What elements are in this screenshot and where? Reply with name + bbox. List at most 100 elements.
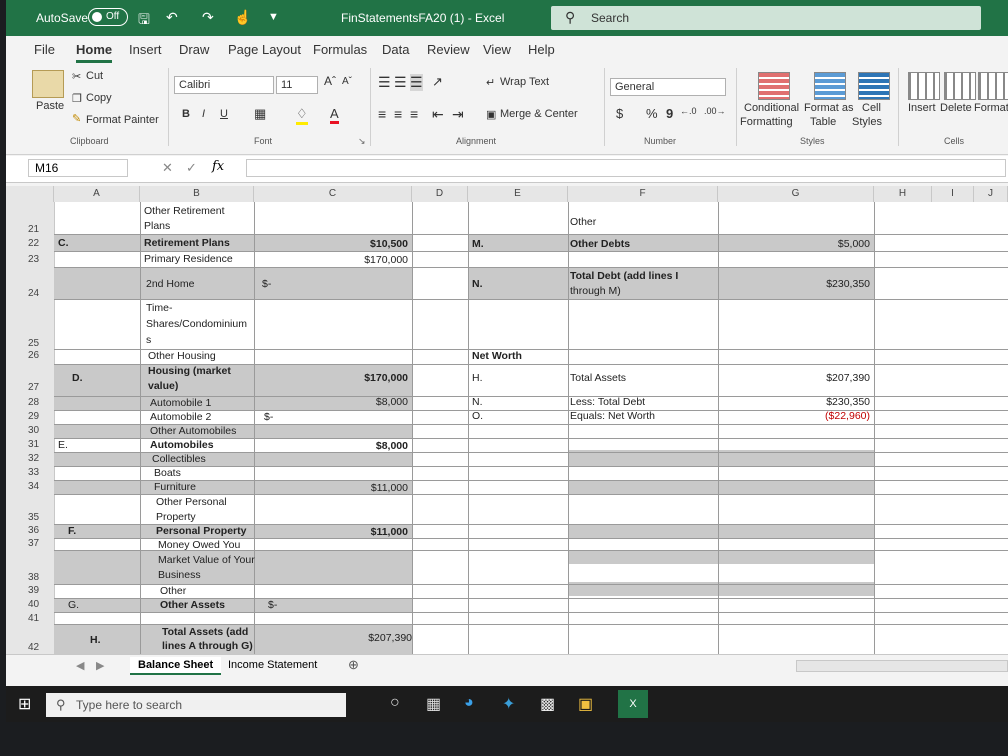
cell-styles-icon[interactable]	[858, 72, 890, 100]
row-header-32[interactable]: 32	[28, 453, 76, 464]
cell-b29[interactable]: Automobile 2	[150, 411, 211, 423]
bottom-align-icon[interactable]: ☰	[410, 74, 423, 91]
save-icon[interactable]: 🖫	[138, 9, 150, 33]
column-header-j[interactable]: J	[974, 186, 1008, 202]
number-format-select[interactable]: General	[610, 78, 726, 96]
cell-a27[interactable]: D.	[72, 372, 83, 384]
cell-b22[interactable]: Retirement Plans	[144, 237, 230, 249]
cell-a22[interactable]: C.	[58, 237, 69, 249]
orientation-icon[interactable]: ↗	[432, 74, 443, 90]
cell-c36[interactable]: $11,000	[306, 526, 408, 538]
row-header-28[interactable]: 28	[28, 397, 76, 408]
cell-a40[interactable]: G.	[68, 599, 79, 611]
task-view-icon[interactable]: ▦	[426, 694, 441, 714]
customize-qat-icon[interactable]: ▼	[268, 11, 279, 23]
cell-f27[interactable]: Total Assets	[570, 372, 626, 384]
decrease-indent-icon[interactable]: ⇤	[432, 106, 444, 123]
column-header-h[interactable]: H	[874, 186, 932, 202]
cut-button[interactable]: Cut	[86, 70, 103, 82]
cell-c34[interactable]: $11,000	[306, 482, 408, 494]
copy-button[interactable]: Copy	[86, 92, 112, 104]
cortana-icon[interactable]: ○	[390, 694, 400, 712]
cell-e29[interactable]: O.	[472, 410, 483, 422]
cell-b21-line1[interactable]: Other Retirement	[144, 205, 225, 217]
cell-b26[interactable]: Other Housing	[148, 350, 216, 362]
insert-cells-button[interactable]: Insert	[908, 102, 936, 114]
wrap-text-icon[interactable]: ↵	[486, 76, 495, 89]
cell-b36[interactable]: Personal Property	[156, 525, 246, 537]
cell-e22[interactable]: M.	[472, 238, 484, 250]
taskbar-search[interactable]: ⚲ Type here to search	[46, 693, 346, 717]
cell-a42[interactable]: H.	[90, 634, 101, 646]
cell-b27-line2[interactable]: value)	[148, 380, 178, 392]
cell-g28[interactable]: $230,350	[772, 396, 870, 408]
format-painter-icon[interactable]: ✎	[72, 112, 81, 125]
cell-b39[interactable]: Other	[160, 585, 186, 597]
align-center-icon[interactable]: ≡	[394, 106, 402, 122]
prev-sheet-icon[interactable]: ◀	[76, 659, 84, 672]
font-size-select[interactable]: 11	[276, 76, 318, 94]
cell-b40[interactable]: Other Assets	[160, 599, 225, 611]
cell-e24[interactable]: N.	[472, 278, 483, 290]
row-header-33[interactable]: 33	[28, 467, 76, 478]
format-as-table-button[interactable]: Format as	[804, 102, 854, 114]
file-explorer-icon[interactable]: ▣	[578, 694, 593, 714]
cell-c27[interactable]: $170,000	[306, 372, 408, 384]
merge-center-button[interactable]: Merge & Center	[500, 108, 578, 120]
increase-decimal-icon[interactable]: ←.0	[680, 106, 697, 116]
conditional-formatting-icon[interactable]	[758, 72, 790, 100]
tab-view[interactable]: View	[483, 42, 511, 57]
percent-button[interactable]: %	[646, 106, 658, 121]
paste-icon[interactable]	[32, 70, 64, 98]
cell-b35-line2[interactable]: Property	[156, 511, 196, 523]
touch-mode-icon[interactable]: ☝	[234, 9, 251, 26]
merge-center-icon[interactable]: ▣	[486, 108, 496, 121]
row-header-25[interactable]: 25	[28, 338, 76, 349]
redo-icon[interactable]: ↷	[202, 9, 214, 26]
cell-b25-line2[interactable]: Shares/Condominium	[146, 318, 247, 330]
comma-button[interactable]: 9	[666, 106, 673, 121]
format-as-table-icon[interactable]	[814, 72, 846, 100]
cell-c23[interactable]: $170,000	[306, 254, 408, 266]
cell-a36[interactable]: F.	[68, 525, 76, 537]
cell-b34[interactable]: Furniture	[154, 481, 196, 493]
row-header-27[interactable]: 27	[28, 382, 76, 393]
search-box[interactable]: ⚲ Search	[551, 6, 981, 30]
cell-b32[interactable]: Collectibles	[152, 453, 206, 465]
cell-g29[interactable]: ($22,960)	[772, 410, 870, 422]
sheet-tab-balance-sheet[interactable]: Balance Sheet	[130, 657, 222, 675]
font-dialog-launcher-icon[interactable]: ↘	[358, 136, 366, 147]
cell-f24-line1[interactable]: Total Debt (add lines I	[570, 270, 678, 282]
edge-icon[interactable]: ◕	[464, 694, 474, 712]
column-header-g[interactable]: G	[718, 186, 874, 202]
decrease-font-icon[interactable]: Aˇ	[342, 76, 352, 87]
cell-b38-line1[interactable]: Market Value of Your	[158, 554, 255, 566]
undo-icon[interactable]: ↶	[166, 9, 178, 26]
tab-insert[interactable]: Insert	[129, 42, 162, 57]
font-name-select[interactable]: Calibri	[174, 76, 274, 94]
tab-home[interactable]: Home	[76, 42, 113, 63]
cell-c31[interactable]: $8,000	[306, 440, 408, 452]
row-header-42[interactable]: 42	[28, 642, 76, 653]
cell-c42[interactable]: $207,390	[306, 632, 412, 644]
tab-review[interactable]: Review	[427, 42, 470, 57]
delete-cells-button[interactable]: Delete	[940, 102, 972, 114]
cell-g24[interactable]: $230,350	[772, 278, 870, 290]
align-right-icon[interactable]: ≡	[410, 106, 418, 122]
cell-c29[interactable]: $-	[264, 411, 273, 423]
cut-icon[interactable]: ✂	[72, 70, 81, 83]
name-box[interactable]: M16	[28, 159, 128, 177]
fill-color-icon[interactable]: ♢	[296, 106, 308, 125]
bold-button[interactable]: B	[182, 108, 190, 120]
cell-b27-line1[interactable]: Housing (market	[148, 365, 231, 377]
cell-f21[interactable]: Other	[570, 216, 596, 228]
column-header-e[interactable]: E	[468, 186, 568, 202]
cell-a31[interactable]: E.	[58, 439, 68, 451]
copy-icon[interactable]: ❐	[72, 92, 82, 105]
row-header-24[interactable]: 24	[28, 288, 76, 299]
cell-b23[interactable]: Primary Residence	[144, 253, 233, 265]
conditional-formatting-button[interactable]: Conditional	[744, 102, 799, 114]
format-as-table-button-line2[interactable]: Table	[810, 116, 836, 128]
cell-c40[interactable]: $-	[268, 599, 277, 611]
cell-b30[interactable]: Other Automobiles	[150, 425, 236, 437]
